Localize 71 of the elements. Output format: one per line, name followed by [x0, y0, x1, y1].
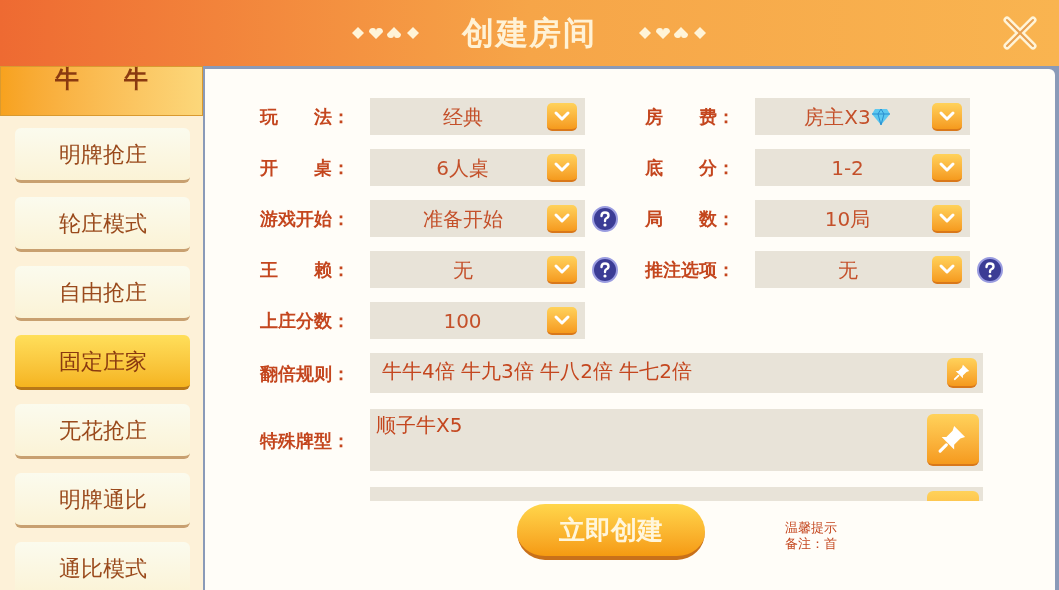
setting-label: 底 分：: [645, 156, 736, 180]
pin-button[interactable]: [927, 414, 979, 466]
setting-value: 10局: [824, 205, 871, 233]
mode-button[interactable]: 无花抢庄: [15, 404, 190, 459]
setting-value: 无: [837, 256, 858, 284]
rule-field[interactable]: 牛牛4倍 牛九3倍 牛八2倍 牛七2倍: [370, 353, 983, 393]
window-title: 创建房间: [462, 13, 597, 54]
setting-label: 局 数：: [645, 207, 736, 231]
dropdown-button[interactable]: [547, 153, 577, 182]
tab-character: 牛: [123, 67, 148, 91]
setting-dropdown[interactable]: 1-2: [755, 149, 970, 186]
rule-label: 特殊牌型：: [260, 428, 351, 453]
setting-value: 无: [452, 256, 473, 284]
pin-button[interactable]: [947, 358, 977, 388]
close-icon: [1001, 14, 1039, 52]
setting-dropdown[interactable]: 准备开始: [370, 200, 585, 237]
category-tab[interactable]: 牛 牛: [0, 66, 203, 116]
setting-label: 游戏开始：: [260, 207, 351, 231]
rule-field[interactable]: 顺子牛X5: [370, 409, 983, 471]
setting-label: 玩 法：: [260, 105, 351, 129]
rule-value: 牛牛4倍 牛九3倍 牛八2倍 牛七2倍: [382, 358, 692, 385]
setting-dropdown[interactable]: 经典: [370, 98, 585, 135]
pin-icon: [953, 363, 971, 381]
setting-value: 1-2: [831, 154, 864, 182]
setting-value: 经典: [442, 103, 483, 131]
setting-label: 房 费：: [645, 105, 736, 129]
dropdown-button[interactable]: [932, 102, 962, 131]
mode-button[interactable]: 轮庄模式: [15, 197, 190, 252]
setting-dropdown[interactable]: 房主X3: [755, 98, 970, 135]
setting-value: 准备开始: [422, 205, 503, 233]
setting-dropdown[interactable]: 无: [755, 251, 970, 288]
dropdown-button[interactable]: [932, 153, 962, 182]
dropdown-button[interactable]: [547, 102, 577, 131]
rule-label: 翻倍规则：: [260, 361, 351, 386]
setting-value: 房主X3: [804, 103, 871, 131]
tab-character: 牛: [55, 67, 80, 91]
mode-button[interactable]: 通比模式: [15, 542, 190, 590]
dropdown-button[interactable]: [547, 306, 577, 335]
help-icon[interactable]: [977, 256, 1003, 283]
rule-value: 顺子牛X5: [376, 412, 463, 439]
setting-dropdown[interactable]: 100: [370, 302, 585, 339]
help-icon[interactable]: [592, 256, 618, 283]
chevron-down-icon: [938, 262, 956, 275]
chevron-down-icon: [938, 109, 956, 122]
setting-value: 100: [443, 307, 482, 335]
setting-dropdown[interactable]: 无: [370, 251, 585, 288]
tip-text: 备注：首: [785, 536, 837, 553]
chevron-down-icon: [553, 109, 571, 122]
help-icon[interactable]: [592, 205, 618, 232]
chevron-down-icon: [938, 211, 956, 224]
chevron-down-icon: [938, 160, 956, 173]
setting-label: 上庄分数：: [260, 309, 351, 333]
chevron-down-icon: [553, 160, 571, 173]
dropdown-button[interactable]: [932, 255, 962, 284]
dropdown-button[interactable]: [932, 204, 962, 233]
mode-button[interactable]: 明牌抢庄: [15, 128, 190, 183]
setting-label: 王 赖：: [260, 258, 351, 282]
mode-button[interactable]: 明牌通比: [15, 473, 190, 528]
dropdown-button[interactable]: [547, 255, 577, 284]
setting-value: 6人桌: [436, 154, 489, 182]
setting-label: 推注选项：: [645, 258, 736, 282]
chevron-down-icon: [553, 211, 571, 224]
mode-button[interactable]: 固定庄家: [15, 335, 190, 390]
setting-dropdown[interactable]: 10局: [755, 200, 970, 237]
mode-button[interactable]: 自由抢庄: [15, 266, 190, 321]
setting-dropdown[interactable]: 6人桌: [370, 149, 585, 186]
dropdown-button[interactable]: [547, 204, 577, 233]
chevron-down-icon: [553, 262, 571, 275]
setting-label: 开 桌：: [260, 156, 351, 180]
tip-text: 温馨提示: [785, 520, 837, 537]
chevron-down-icon: [553, 313, 571, 326]
